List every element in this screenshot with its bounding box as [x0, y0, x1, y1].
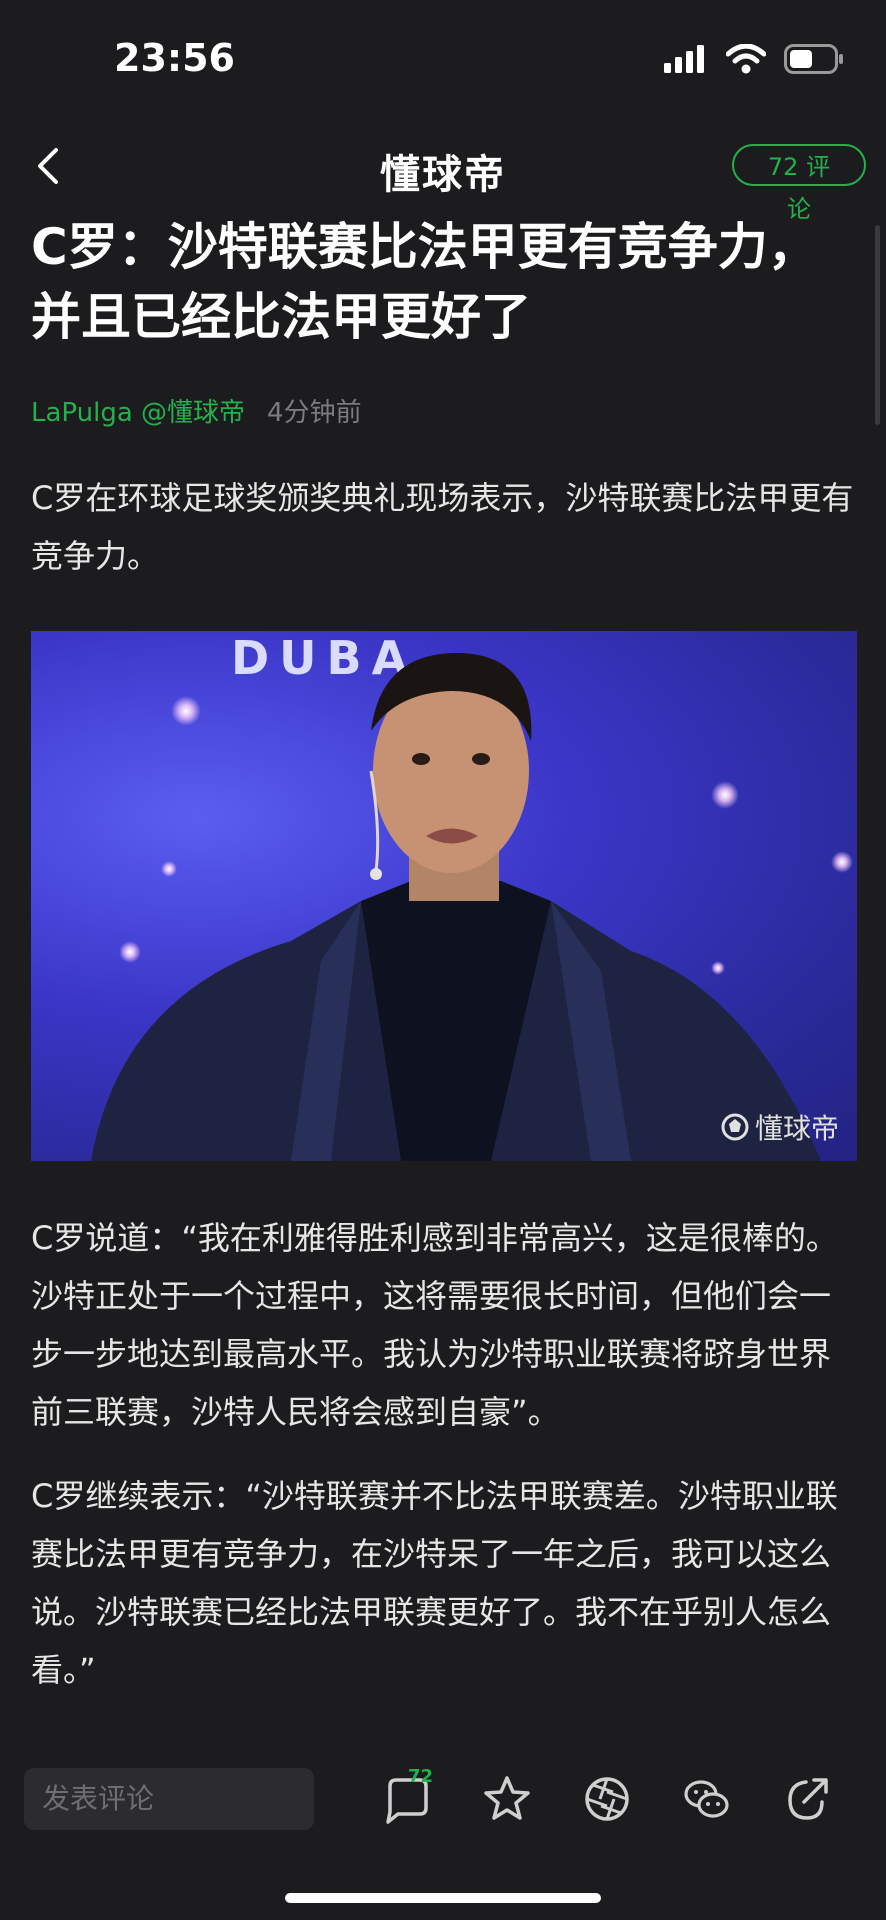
ball-icon	[721, 1113, 749, 1141]
status-bar: 23:56	[0, 0, 886, 120]
status-time: 23:56	[114, 36, 235, 80]
article-paragraph: C罗继续表示：“沙特联赛并不比法甲联赛差。沙特职业联赛比法甲更有竞争力，在沙特呆…	[31, 1477, 838, 1689]
status-icons	[664, 44, 844, 74]
share-icon	[788, 1778, 828, 1820]
article-photo[interactable]: DUBA 懂球帝	[31, 631, 857, 1161]
article-paragraph: C罗在环球足球奖颁奖典礼现场表示，沙特联赛比法甲更有竞争力。	[31, 479, 854, 575]
photo-watermark: 懂球帝	[721, 1107, 839, 1147]
aperture-icon	[585, 1777, 629, 1821]
article-time: 4分钟前	[267, 398, 362, 428]
comments-button[interactable]: 72 评论	[732, 144, 866, 223]
comment-input[interactable]: 发表评论	[24, 1768, 314, 1830]
article-meta: LaPulga @懂球帝 4分钟前	[31, 392, 857, 429]
article: C罗：沙特联赛比法甲更有竞争力，并且已经比法甲更好了 LaPulga @懂球帝 …	[31, 212, 857, 1699]
bottom-action-bar: 发表评论 72	[0, 1750, 886, 1850]
wechat-icon	[684, 1780, 729, 1818]
wechat-share-button[interactable]	[680, 1772, 734, 1826]
home-indicator[interactable]	[285, 1893, 601, 1903]
comment-count-badge: 72	[408, 1766, 434, 1787]
favorite-button[interactable]	[480, 1772, 534, 1826]
comment-list-button[interactable]: 72	[380, 1766, 434, 1826]
scrollbar[interactable]	[875, 225, 880, 425]
battery-icon	[784, 44, 843, 74]
star-icon	[484, 1776, 530, 1820]
share-button[interactable]	[780, 1772, 834, 1826]
watermark-text: 懂球帝	[754, 1112, 839, 1145]
moments-share-button[interactable]	[580, 1772, 634, 1826]
signal-icon	[664, 45, 704, 73]
article-paragraph: C罗说道：“我在利雅得胜利感到非常高兴，这是很棒的。沙特正处于一个过程中，这将需…	[31, 1219, 838, 1431]
wifi-icon	[726, 44, 766, 74]
nav-bar: 懂球帝 72 评论	[0, 130, 886, 223]
person-illustration	[91, 652, 821, 1161]
article-author[interactable]: LaPulga @懂球帝	[31, 392, 245, 429]
article-title: C罗：沙特联赛比法甲更有竞争力，并且已经比法甲更好了	[31, 218, 818, 346]
